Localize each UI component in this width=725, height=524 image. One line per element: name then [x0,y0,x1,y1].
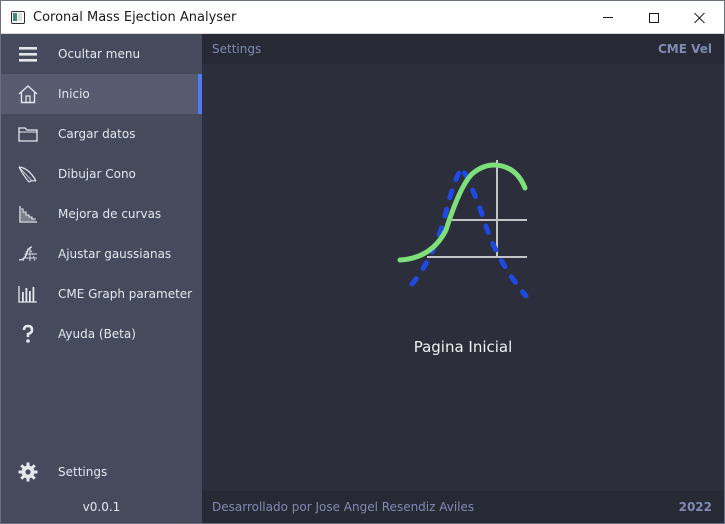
cone-icon [18,166,37,183]
close-icon [694,12,706,24]
sidebar-item-cargar-datos[interactable]: Cargar datos [1,114,202,154]
sidebar-item-inicio[interactable]: Inicio [1,74,202,114]
sidebar-item-label: Ajustar gaussianas [58,247,172,261]
gaussian-curve-logo [397,160,529,299]
sidebar-item-label: Dibujar Cono [58,167,136,181]
sidebar-item-label: Ayuda (Beta) [58,327,136,341]
sidebar-item-cme-graph[interactable]: CME Graph parameter [1,274,202,314]
sidebar-item-label: Inicio [58,87,90,101]
credit-text: Desarrollado por Jose Angel Resendiz Avi… [212,500,475,514]
page-title: Pagina Inicial [413,338,513,356]
help-icon [22,324,34,343]
sidebar-item-ajustar-gaussianas[interactable]: Ajustar gaussianas [1,234,202,274]
footer-bar: Desarrollado por Jose Angel Resendiz Avi… [202,491,724,523]
maximize-icon [649,12,659,23]
top-bar: Settings CME Vel [202,34,724,64]
curve-fit-icon [19,206,37,223]
hamburger-menu-icon [19,47,37,62]
minimize-button[interactable] [585,1,631,34]
window-title: Coronal Mass Ejection Analyser [33,10,237,25]
app-window: Coronal Mass Ejection Analyser Ocultar m… [0,0,725,524]
sidebar-item-label: Mejora de curvas [58,207,162,221]
sidebar-item-settings[interactable]: Settings [1,452,202,492]
main-content: Settings CME Vel Pagina Inicial Desarrol… [202,34,724,523]
folder-icon [18,127,38,142]
year-label: 2022 [678,500,712,514]
sidebar-item-mejora-curvas[interactable]: Mejora de curvas [1,194,202,234]
close-button[interactable] [677,1,723,34]
sidebar-item-ayuda[interactable]: Ayuda (Beta) [1,314,202,354]
gear-icon [18,462,38,482]
maximize-button[interactable] [631,1,677,34]
home-icon [18,85,38,104]
breadcrumb[interactable]: Settings [212,42,261,56]
minimize-icon [603,17,613,18]
title-bar[interactable]: Coronal Mass Ejection Analyser [1,1,724,34]
app-icon [11,11,25,24]
sidebar-item-label: Ocultar menu [58,47,141,61]
sidebar-item-label: Settings [58,465,108,479]
version-label: v0.0.1 [82,500,121,514]
sidebar: Ocultar menu Inicio Cargar datos Dibujar… [1,34,202,523]
gaussian-icon [18,246,37,262]
cme-vel-label: CME Vel [657,42,712,56]
sidebar-item-toggle-menu[interactable]: Ocultar menu [1,34,202,74]
sidebar-item-label: CME Graph parameter [58,287,193,301]
bar-graph-icon [18,286,37,303]
sidebar-item-label: Cargar datos [58,127,136,141]
sidebar-item-dibujar-cono[interactable]: Dibujar Cono [1,154,202,194]
